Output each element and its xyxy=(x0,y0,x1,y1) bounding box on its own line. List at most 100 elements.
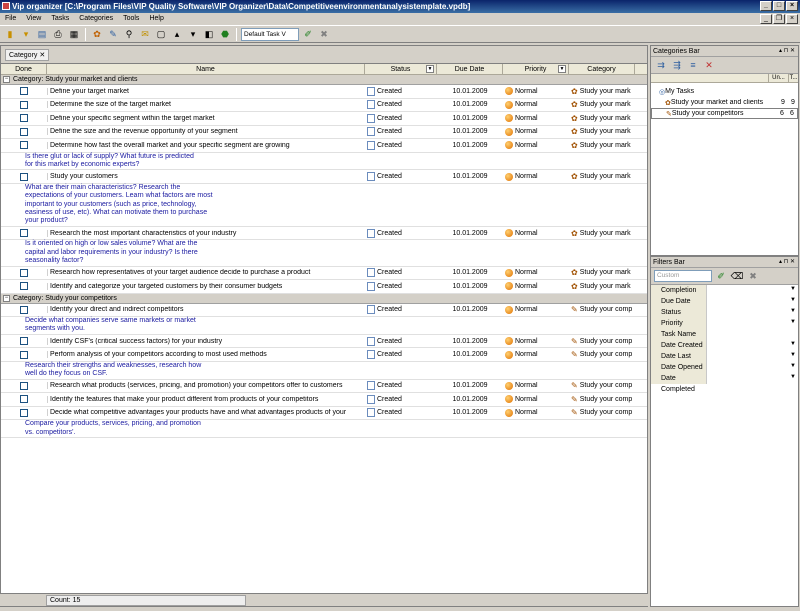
chevron-down-icon[interactable]: ▼ xyxy=(790,286,796,292)
filter-value[interactable]: ▼ xyxy=(707,339,798,351)
table-row[interactable]: Study your customers Created 10.01.2009 Nor… xyxy=(1,170,647,184)
task-name[interactable]: Identify and categorize your targeted cu… xyxy=(47,282,365,290)
due-date[interactable]: 10.01.2009 xyxy=(437,338,503,345)
collapse-icon[interactable]: ◧ xyxy=(202,27,216,41)
filter-row[interactable]: Completion ▼ xyxy=(651,284,798,296)
due-date[interactable]: 10.01.2009 xyxy=(437,306,503,313)
category-cell[interactable]: ✿ Study your mark xyxy=(569,114,635,123)
category-cell[interactable]: ✿ Study your mark xyxy=(569,282,635,291)
task-name[interactable]: Research the most important characterist… xyxy=(47,229,365,237)
status-cell[interactable]: Created xyxy=(365,350,437,360)
link-icon[interactable]: ⚲ xyxy=(122,27,136,41)
filter-value[interactable] xyxy=(707,328,798,340)
category-cell[interactable]: ✎ Study your comp xyxy=(569,350,635,359)
status-cell[interactable]: Created xyxy=(365,127,437,137)
table-row[interactable]: Perform analysis of your competitors acc… xyxy=(1,348,647,362)
filter-row[interactable]: Date Last Modifi ▼ xyxy=(651,350,798,371)
task-name[interactable]: Identify CSF's (critical success factors… xyxy=(47,337,365,345)
group-by-category-tag[interactable]: Category ✕ xyxy=(5,49,50,61)
clear-filter-icon[interactable]: ✖ xyxy=(746,269,760,283)
tree-root-my-tasks[interactable]: ◎ My Tasks xyxy=(651,86,798,97)
chevron-down-icon[interactable]: ▼ xyxy=(790,374,796,380)
category-cell[interactable]: ✿ Study your mark xyxy=(569,268,635,277)
column-category[interactable]: Category xyxy=(569,64,635,74)
menu-tools[interactable]: Tools xyxy=(118,13,144,25)
task-name[interactable]: Research what products (services, pricin… xyxy=(47,382,365,390)
task-name[interactable]: Research how representatives of your tar… xyxy=(47,269,365,277)
apply-filter-icon[interactable]: ✐ xyxy=(714,269,728,283)
category-cell[interactable]: ✿ Study your mark xyxy=(569,141,635,150)
eraser-icon[interactable]: ⌫ xyxy=(730,269,744,283)
task-icon[interactable]: ▮ xyxy=(3,27,17,41)
filter-row[interactable]: Date Opened ▼ xyxy=(651,361,798,373)
status-cell[interactable]: Created xyxy=(365,394,437,404)
done-checkbox[interactable] xyxy=(20,305,28,314)
table-row[interactable]: Identify CSF's (critical success factors… xyxy=(1,335,647,349)
tree-item-category[interactable]: ✎ Study your competitors 6 6 xyxy=(651,108,798,119)
due-date[interactable]: 10.01.2009 xyxy=(437,101,503,108)
priority-cell[interactable]: Normal xyxy=(503,381,569,390)
filter-value[interactable]: ▼ xyxy=(707,361,798,373)
filter-row[interactable]: Due Date ▼ xyxy=(651,295,798,307)
view-select[interactable]: Default Task V xyxy=(241,27,299,41)
filter-row[interactable]: Task Name xyxy=(651,328,798,340)
column-due-date[interactable]: Due Date xyxy=(437,64,503,74)
done-checkbox[interactable] xyxy=(20,282,28,291)
collapse-group-icon[interactable]: − xyxy=(3,76,10,83)
tree-item-category[interactable]: ✿ Study your market and clients 9 9 xyxy=(651,97,798,108)
due-date[interactable]: 10.01.2009 xyxy=(437,382,503,389)
status-cell[interactable]: Created xyxy=(365,268,437,278)
category-group-row[interactable]: − Category: Study your market and clients xyxy=(1,75,647,85)
minimize-button[interactable]: _ xyxy=(760,1,772,11)
status-cell[interactable]: Created xyxy=(365,113,437,123)
notes-icon[interactable]: ✉ xyxy=(138,27,152,41)
priority-cell[interactable]: Normal xyxy=(503,282,569,291)
task-name[interactable]: Identify the features that make your pro… xyxy=(47,395,365,403)
status-cell[interactable]: Created xyxy=(365,140,437,150)
menu-file[interactable]: File xyxy=(0,13,21,25)
due-date[interactable]: 10.01.2009 xyxy=(437,115,503,122)
priority-cell[interactable]: Normal xyxy=(503,305,569,314)
status-cell[interactable]: Created xyxy=(365,381,437,391)
priority-cell[interactable]: Normal xyxy=(503,350,569,359)
filter-preset-select[interactable]: Custom xyxy=(654,270,712,282)
due-date[interactable]: 10.01.2009 xyxy=(437,128,503,135)
filter-value[interactable]: ▼ xyxy=(707,317,798,329)
priority-cell[interactable]: Normal xyxy=(503,87,569,96)
task-name[interactable]: Study your customers xyxy=(47,173,365,181)
priority-cell[interactable]: Normal xyxy=(503,100,569,109)
table-row[interactable]: Identify and categorize your targeted cu… xyxy=(1,280,647,294)
due-date[interactable]: 10.01.2009 xyxy=(437,283,503,290)
table-row[interactable]: Research what products (services, pricin… xyxy=(1,380,647,394)
filter-row[interactable]: Status ▼ xyxy=(651,306,798,318)
mdi-minimize-button[interactable]: _ xyxy=(760,14,772,24)
status-cell[interactable]: Created xyxy=(365,228,437,238)
done-checkbox[interactable] xyxy=(20,408,28,417)
table-row[interactable]: Define your specific segment within the … xyxy=(1,112,647,126)
filter-value[interactable]: ▼ xyxy=(707,284,798,296)
filter-value[interactable]: ▼ xyxy=(707,306,798,318)
chevron-down-icon[interactable]: ▼ xyxy=(790,319,796,325)
menu-view[interactable]: View xyxy=(21,13,46,25)
mdi-restore-button[interactable]: ❐ xyxy=(773,14,785,24)
due-date[interactable]: 10.01.2009 xyxy=(437,351,503,358)
panel-controls-icon[interactable]: ▴ ⊓ ✕ xyxy=(779,46,795,57)
tool-icon[interactable]: ✐ xyxy=(301,27,315,41)
new-category-icon[interactable]: ⇉ xyxy=(654,58,668,72)
due-date[interactable]: 10.01.2009 xyxy=(437,88,503,95)
import-icon[interactable]: ▤ xyxy=(35,27,49,41)
filter-value[interactable]: ▼ xyxy=(707,372,798,384)
table-row[interactable]: Identify the features that make your pro… xyxy=(1,393,647,407)
priority-cell[interactable]: Normal xyxy=(503,141,569,150)
done-checkbox[interactable] xyxy=(20,141,28,150)
column-done[interactable]: Done xyxy=(1,64,47,74)
due-date[interactable]: 10.01.2009 xyxy=(437,269,503,276)
table-row[interactable]: Research the most important characterist… xyxy=(1,227,647,241)
table-row[interactable]: Research how representatives of your tar… xyxy=(1,267,647,281)
chevron-down-icon[interactable]: ▼ xyxy=(790,341,796,347)
priority-cell[interactable]: Normal xyxy=(503,408,569,417)
category-cell[interactable]: ✿ Study your mark xyxy=(569,229,635,238)
done-checkbox[interactable] xyxy=(20,87,28,96)
new-icon[interactable]: ▾ xyxy=(19,27,33,41)
status-filter-button[interactable]: ▼ xyxy=(426,65,434,73)
